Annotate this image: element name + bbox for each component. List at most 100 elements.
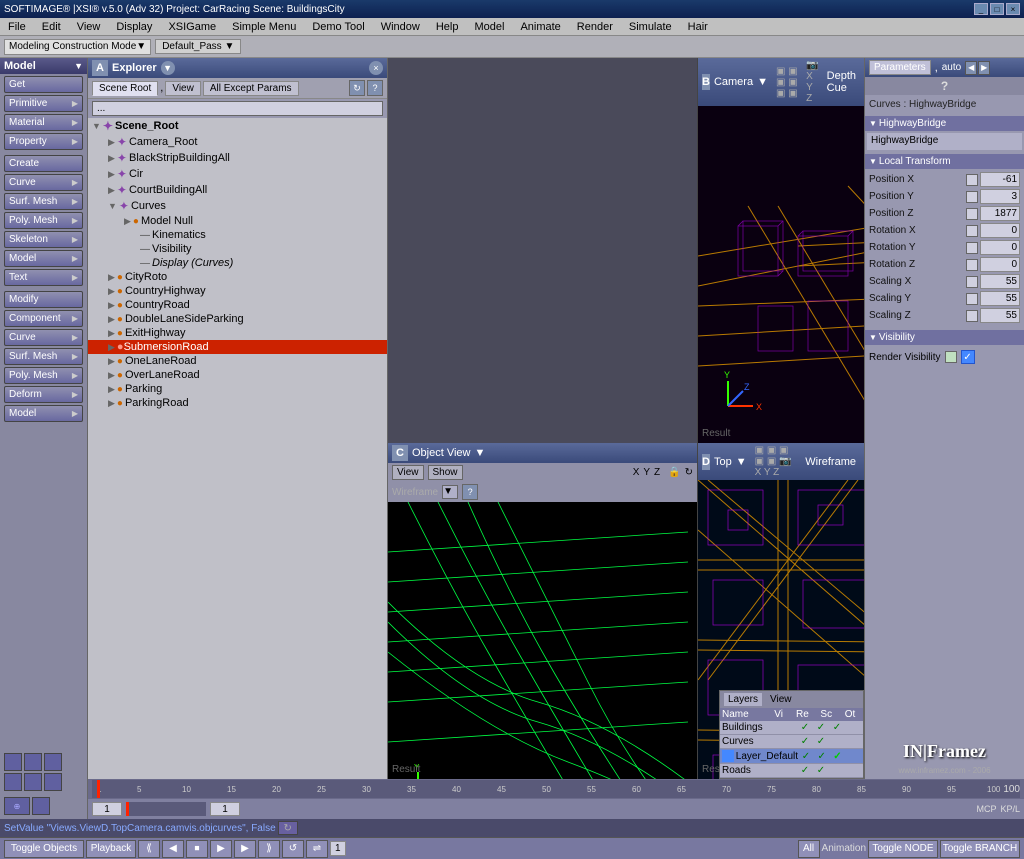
tree-item-scene-root[interactable]: ▼ ✦ Scene_Root [88,118,387,134]
tree-item-cityroto[interactable]: ▶ ● CityRoto [88,270,387,284]
property-button[interactable]: Property▶ [4,133,83,150]
primitive-button[interactable]: Primitive▶ [4,95,83,112]
help-icon[interactable]: ? [367,80,383,96]
position-y-value[interactable] [980,189,1020,204]
mode-dropdown[interactable]: Modeling Construction Mode ▼ [4,39,151,55]
wireframe-dropdown[interactable]: ▼ [442,485,458,499]
component-button[interactable]: Component▶ [4,310,83,327]
skeleton-button[interactable]: Skeleton▶ [4,231,83,248]
layer-roads[interactable]: Roads ✓ ✓ [720,764,863,778]
tree-item-courtbuilding[interactable]: ▶ ✦ CourtBuildingAll [88,182,387,198]
scaling-y-check[interactable] [966,293,978,305]
position-x-value[interactable] [980,172,1020,187]
tree-item-overlaneroad[interactable]: ▶ ● OverLaneRoad [88,368,387,382]
curve-button-1[interactable]: Curve▶ [4,174,83,191]
rotation-x-check[interactable] [966,225,978,237]
menu-render[interactable]: Render [573,20,617,34]
loop2-btn[interactable]: ⇌ [306,840,328,858]
scaling-y-value[interactable] [980,291,1020,306]
params-tab[interactable]: Parameters [869,60,931,75]
maximize-button[interactable]: □ [990,3,1004,15]
rotation-x-value[interactable] [980,223,1020,238]
timeline-start-field[interactable] [92,802,122,816]
deform-button[interactable]: Deform▶ [4,386,83,403]
surfmesh-button-2[interactable]: Surf. Mesh▶ [4,348,83,365]
layer-buildings[interactable]: Buildings ✓ ✓ ✓ [720,721,863,735]
show-button[interactable]: Show [428,465,463,480]
menu-model[interactable]: Model [470,20,508,34]
tool-icon-2[interactable] [24,753,42,771]
scaling-z-value[interactable] [980,308,1020,323]
tool-icon-8[interactable] [32,797,50,815]
menu-demotool[interactable]: Demo Tool [308,20,368,34]
modify-button[interactable]: Modify [4,291,83,308]
menu-help[interactable]: Help [432,20,463,34]
position-y-check[interactable] [966,191,978,203]
toggle-objects-btn[interactable]: Toggle Objects [4,840,84,858]
tree-item-display-curves[interactable]: — Display (Curves) [88,256,387,270]
next-frame-btn[interactable]: ▶ [234,840,256,858]
menu-display[interactable]: Display [112,20,156,34]
close-button[interactable]: × [1006,3,1020,15]
prev-frame-btn[interactable]: ◀ [162,840,184,858]
tab-all-except-params[interactable]: All Except Params [203,81,299,96]
tool-icon-3[interactable] [44,753,62,771]
menu-animate[interactable]: Animate [516,20,564,34]
tree-item-submersionroad[interactable]: ▶ ● SubmersionRoad [88,340,387,354]
polymesh-button-2[interactable]: Poly. Mesh▶ [4,367,83,384]
menu-simplemenu[interactable]: Simple Menu [228,20,300,34]
render-visibility-toggle[interactable]: ✓ [961,350,975,364]
material-button[interactable]: Material▶ [4,114,83,131]
tool-icon-4[interactable] [4,773,22,791]
layers-tab[interactable]: Layers [724,693,762,706]
tree-item-exithighway[interactable]: ▶ ● ExitHighway [88,326,387,340]
filter-dropdown[interactable]: ... [92,101,383,116]
loop-btn[interactable]: ↺ [282,840,304,858]
object-view-canvas[interactable]: X Y Result [388,502,697,779]
view-tab[interactable]: View [766,693,796,706]
create-button[interactable]: Create [4,155,83,172]
model-button-2[interactable]: Model▶ [4,405,83,422]
rotation-z-check[interactable] [966,259,978,271]
tree-item-visibility[interactable]: — Visibility [88,242,387,256]
layer-default[interactable]: Layer_Default ✓ ✓ ✓ [720,749,863,764]
layer-curves[interactable]: Curves ✓ ✓ [720,735,863,749]
highway-bridge-section[interactable]: ▼ HighwayBridge [865,116,1024,131]
curve-button-2[interactable]: Curve▶ [4,329,83,346]
position-z-check[interactable] [966,208,978,220]
status-icon[interactable]: ↻ [278,821,298,835]
tree-item-kinematics[interactable]: — Kinematics [88,228,387,242]
minimize-button[interactable]: _ [974,3,988,15]
help-button[interactable]: ? [865,77,1024,95]
menu-xsigame[interactable]: XSIGame [164,20,220,34]
tree-item-parking[interactable]: ▶ ● Parking [88,382,387,396]
camera-canvas[interactable]: X Y Z Result [698,106,864,443]
polymesh-button-1[interactable]: Poly. Mesh▶ [4,212,83,229]
tool-icon-5[interactable] [24,773,42,791]
timeline-current-field[interactable] [210,802,240,816]
get-button[interactable]: Get [4,76,83,93]
rotation-y-check[interactable] [966,242,978,254]
scaling-x-check[interactable] [966,276,978,288]
position-x-check[interactable] [966,174,978,186]
model-button-1[interactable]: Model▶ [4,250,83,267]
tree-item-countryroad[interactable]: ▶ ● CountryRoad [88,298,387,312]
view-button[interactable]: View [392,465,424,480]
timeline-playhead[interactable] [126,802,206,816]
tree-item-camera-root[interactable]: ▶ ✦ Camera_Root [88,134,387,150]
window-controls[interactable]: _ □ × [974,3,1020,15]
tree-item-onelaneroad[interactable]: ▶ ● OneLaneRoad [88,354,387,368]
tab-view[interactable]: View [165,81,201,96]
tool-icon-7[interactable]: ⊕ [4,797,30,815]
local-transform-section[interactable]: ▼ Local Transform [865,154,1024,169]
tab-scene-root[interactable]: Scene Root [92,81,158,96]
rotation-z-value[interactable] [980,257,1020,272]
position-z-value[interactable] [980,206,1020,221]
menu-edit[interactable]: Edit [38,20,65,34]
explorer-close-btn[interactable]: × [369,61,383,75]
refresh-icon[interactable]: ↻ [349,80,365,96]
tree-item-curves[interactable]: ▼ ✦ Curves [88,198,387,214]
pass-dropdown[interactable]: Default_Pass ▼ [155,39,241,54]
tree-item-countryhighway[interactable]: ▶ ● CountryHighway [88,284,387,298]
play-back-btn[interactable]: ⟪ [138,840,160,858]
